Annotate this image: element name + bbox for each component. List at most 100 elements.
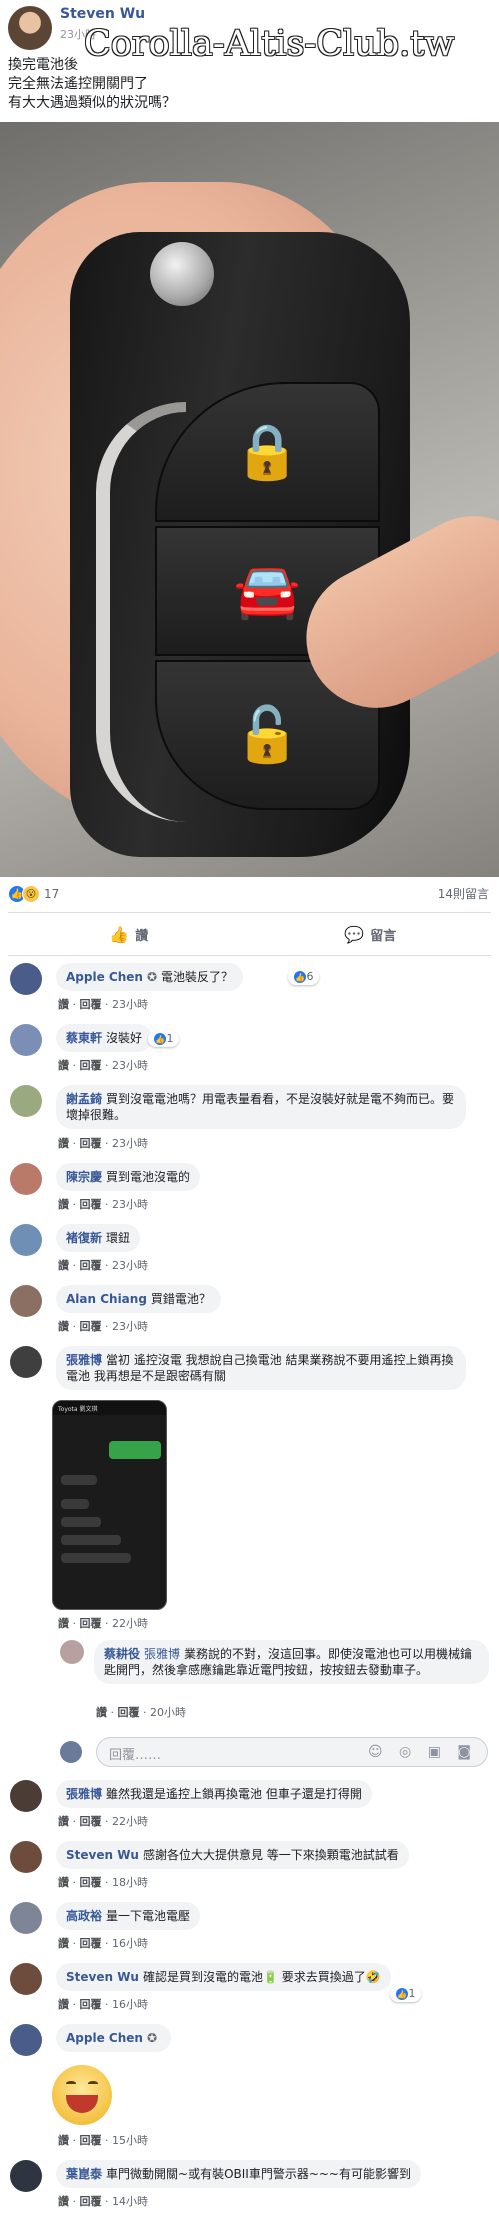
comment-reaction-badge[interactable]: 👍 6 [288, 969, 319, 985]
comment-like-link[interactable]: 讚 [58, 1617, 69, 1630]
comment-like-link[interactable]: 讚 [58, 1259, 69, 1272]
commenter-name[interactable]: Apple Chen [66, 970, 143, 984]
comment-reaction-badge[interactable]: 👍 1 [148, 1031, 179, 1047]
post-photo[interactable]: 🔒 🚘 🔓 [0, 122, 499, 877]
comment-reply-link[interactable]: 回覆 [80, 1998, 102, 2011]
commenter-avatar[interactable] [10, 1780, 42, 1812]
comment-like-link[interactable]: 讚 [58, 1815, 69, 1828]
attached-chat-screenshot[interactable]: Toyota 劉文琪 [52, 1400, 167, 1610]
commenter-avatar[interactable] [60, 1640, 84, 1664]
chat-message-in [61, 1535, 121, 1545]
author-avatar[interactable] [8, 6, 52, 50]
commenter-name[interactable]: 謝孟錡 [66, 1092, 102, 1106]
comment-reply-link[interactable]: 回覆 [80, 2134, 102, 2147]
thumbs-up-icon: 👍 [109, 924, 130, 944]
commenter-name[interactable]: Steven Wu [66, 1970, 139, 1984]
comment-like-link[interactable]: 讚 [58, 1059, 69, 1072]
comment-time[interactable]: 15小時 [112, 2134, 148, 2147]
reply-input[interactable]: 回覆…… ☺ ◎ ▣ ◙ [96, 1737, 488, 1767]
commenter-name[interactable]: 陳宗慶 [66, 1170, 102, 1184]
comment-text: 感謝各位大大提供意見 等一下來換顆電池試試看 [142, 1848, 399, 1862]
comment-like-link[interactable]: 讚 [58, 1198, 69, 1211]
comment-like-link[interactable]: 讚 [58, 1998, 69, 2011]
comment-like-link[interactable]: 讚 [58, 1937, 69, 1950]
comment-like-link[interactable]: 讚 [96, 1706, 107, 1719]
comment-time[interactable]: 23小時 [112, 1320, 148, 1333]
comment-reply-link[interactable]: 回覆 [80, 1320, 102, 1333]
comment-meta: 讚 · 回覆 · 22小時 [58, 1815, 148, 1828]
reply-attachment-icons[interactable]: ☺ ◎ ▣ ◙ [368, 1744, 477, 1760]
commenter-name[interactable]: 蔡東軒 [66, 1031, 102, 1045]
comment-reply-link[interactable]: 回覆 [80, 1198, 102, 1211]
commenter-avatar[interactable] [10, 1163, 42, 1195]
commenter-avatar[interactable] [10, 2024, 42, 2056]
commenter-name[interactable]: 張雅博 [66, 1787, 102, 1801]
comment-time[interactable]: 18小時 [112, 1876, 148, 1889]
commenter-name[interactable]: 葉崑泰 [66, 2167, 102, 2181]
comment-text: 買錯電池？ [150, 1292, 211, 1306]
commenter-avatar[interactable] [10, 963, 42, 995]
comment-reply-link[interactable]: 回覆 [118, 1706, 140, 1719]
commenter-avatar[interactable] [10, 1285, 42, 1317]
mention-link[interactable]: 張雅博 [144, 1647, 180, 1661]
post-text: 換完電池後 完全無法遙控開關門了 有大大遇過類似的狀況嗎？ [8, 56, 176, 113]
commenter-name[interactable]: Steven Wu [66, 1848, 139, 1862]
comment-like-link[interactable]: 讚 [58, 1137, 69, 1150]
comment-reply-link[interactable]: 回覆 [80, 1259, 102, 1272]
chat-contact-name: Toyota 劉文琪 [53, 1401, 166, 1415]
comment-reaction-badge[interactable]: 👍 1 [390, 1986, 421, 2002]
comment-like-link[interactable]: 讚 [58, 2134, 69, 2147]
comment-reply-link[interactable]: 回覆 [80, 1876, 102, 1889]
post-text-line: 完全無法遙控開關門了 [8, 76, 148, 92]
comment-reply-link[interactable]: 回覆 [80, 1137, 102, 1150]
comment-time[interactable]: 23小時 [112, 1137, 148, 1150]
comment-time[interactable]: 23小時 [112, 1198, 148, 1211]
comment-time[interactable]: 16小時 [112, 1998, 148, 2011]
comment-time[interactable]: 20小時 [150, 1706, 186, 1719]
comment-time[interactable]: 23小時 [112, 1059, 148, 1072]
comment-like-link[interactable]: 讚 [58, 998, 69, 1011]
commenter-name[interactable]: 高政裕 [66, 1909, 102, 1923]
key-release-button [150, 242, 214, 306]
comment-like-link[interactable]: 讚 [58, 1320, 69, 1333]
commenter-avatar[interactable] [10, 1024, 42, 1056]
author-name[interactable]: Steven Wu [60, 6, 145, 22]
commenter-avatar[interactable] [10, 1841, 42, 1873]
commenter-avatar[interactable] [10, 1085, 42, 1117]
commenter-avatar[interactable] [10, 2160, 42, 2192]
comment-reply-link[interactable]: 回覆 [80, 1815, 102, 1828]
comment-time[interactable]: 22小時 [112, 1815, 148, 1828]
comment-time[interactable]: 22小時 [112, 1617, 148, 1630]
commenter-name[interactable]: Alan Chiang [66, 1292, 147, 1306]
comment-like-link[interactable]: 讚 [58, 1876, 69, 1889]
comment-time[interactable]: 23小時 [112, 998, 148, 1011]
comment-reply-link[interactable]: 回覆 [80, 1617, 102, 1630]
chat-message-out [109, 1441, 161, 1459]
comment-time[interactable]: 23小時 [112, 1259, 148, 1272]
comment-time[interactable]: 16小時 [112, 1937, 148, 1950]
commenter-avatar[interactable] [10, 1224, 42, 1256]
commenter-avatar[interactable] [10, 1902, 42, 1934]
commenter-avatar[interactable] [10, 1963, 42, 1995]
comment-count[interactable]: 14則留言 [438, 885, 489, 902]
comment-button[interactable]: 💬 留言 [250, 913, 492, 955]
comment-text: 雖然我還是遙控上鎖再換電池 但車子還是打得開 [106, 1787, 362, 1801]
commenter-name[interactable]: 蔡耕役 [104, 1647, 140, 1661]
comment-reply-link[interactable]: 回覆 [80, 2195, 102, 2208]
comment-text: 環鈕 [106, 1231, 131, 1245]
comment-like-link[interactable]: 讚 [58, 2195, 69, 2208]
commenter-name[interactable]: 張雅博 [66, 1353, 102, 1367]
comment-reply-link[interactable]: 回覆 [80, 998, 102, 1011]
like-button[interactable]: 👍 讚 [8, 913, 250, 955]
sticker-eye [88, 2081, 98, 2086]
comment-bubble: Steven Wu 感謝各位大大提供意見 等一下來換顆電池試試看 [56, 1841, 409, 1869]
comment-reply-link[interactable]: 回覆 [80, 1937, 102, 1950]
commenter-name[interactable]: Apple Chen [66, 2031, 143, 2045]
comment-time[interactable]: 14小時 [112, 2195, 148, 2208]
comment-reply-link[interactable]: 回覆 [80, 1059, 102, 1072]
comment-text: 確認是買到沒電的電池🔋 要求去買換過了🤣 [142, 1970, 381, 1984]
post-header: Steven Wu 23小時 Corolla-Altis-Club.tw 換完電… [0, 0, 499, 122]
commenter-name[interactable]: 褚復新 [66, 1231, 102, 1245]
reaction-summary[interactable]: 👍 😮 17 [8, 883, 59, 905]
commenter-avatar[interactable] [10, 1346, 42, 1378]
